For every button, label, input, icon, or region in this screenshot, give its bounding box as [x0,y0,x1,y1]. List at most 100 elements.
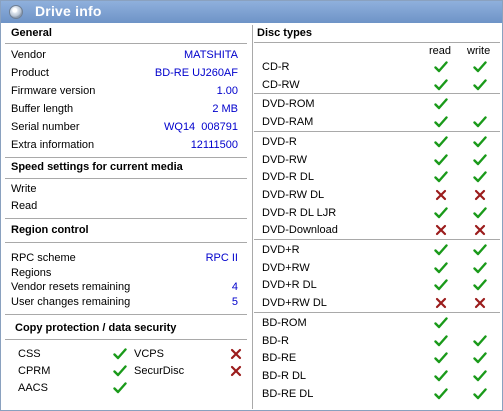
disc-dvd-rw-dl-label: DVD-RW DL [262,188,325,201]
cp-aacs-check-icon [113,381,127,395]
disc-dvd-rw-dl-write-cross-icon [473,188,487,202]
region-rpc-scheme-value: RPC II [205,252,238,264]
disc-bd-re-label: BD-RE [262,352,297,365]
disc-bd-re-dl-read-check-icon [434,387,448,401]
cp-aacs-label: AACS [18,382,48,394]
disc-dvd-download-label: DVD-Download [262,224,338,237]
disc-bd-r-dl-label: BD-R DL [262,369,307,382]
disc-bd-r-dl-write-check-icon [473,369,487,383]
disc-dvdplusr-write-check-icon [473,243,487,257]
disc-group-divider [254,239,500,240]
disc-dvdplusrw-dl-label: DVD+RW DL [262,297,327,310]
title-bar[interactable]: Drive info [1,1,502,23]
disc-dvd-r-read-check-icon [434,135,448,149]
general-buffer-length-label: Buffer length [11,103,74,115]
disc-cd-rw-label: CD-RW [262,78,300,91]
disc-dvd-download-read-cross-icon [434,223,448,237]
disc-cd-r-write-check-icon [473,60,487,74]
divider [5,314,247,315]
general-firmware-version-value: 1.00 [216,85,238,97]
copy-protection-heading: Copy protection / data security [15,322,177,334]
region-user-changes-remaining-value: 5 [231,295,238,308]
region-user-changes-remaining-label: User changes remaining [11,295,131,308]
disc-dvdplusr-dl-write-check-icon [473,278,487,292]
disc-dvd-r-dl-ljr-read-check-icon [434,206,448,220]
disc-dvdplusr-read-check-icon [434,243,448,257]
disc-dvd-r-dl-write-check-icon [473,170,487,184]
region-regions-label: Regions [11,266,52,279]
disc-bd-re-read-check-icon [434,351,448,365]
disc-bd-r-label: BD-R [262,334,289,347]
general-heading: General [11,27,52,39]
disc-group-divider [254,93,500,95]
disc-dvdplusr-dl-label: DVD+R DL [262,279,317,292]
disc-dvdplusr-label: DVD+R [262,244,300,256]
disc-bd-r-write-check-icon [473,334,487,348]
disc-bd-r-read-check-icon [434,334,448,348]
divider [5,157,247,158]
disc-dvdplusrw-read-check-icon [434,261,448,275]
region-vendor-resets-remaining-value: 4 [231,281,238,293]
speed-read-label: Read [11,200,38,212]
disc-bd-r-dl-read-check-icon [434,369,448,383]
disc-bd-rom-read-check-icon [434,316,448,330]
disc-dvd-r-dl-ljr-write-check-icon [473,206,487,220]
disc-types-heading: Disc types [257,27,313,39]
general-extra-information-value: 12111500 [190,139,238,151]
general-vendor-label: Vendor [11,49,46,61]
disc-bd-rom-label: BD-ROM [262,316,307,329]
drive-icon [9,5,23,19]
general-serial-number-value: WQ14 008791 [164,121,238,133]
cp-cprm-label: CPRM [18,365,51,377]
general-buffer-length-value: 2 MB [212,103,238,115]
general-firmware-version-label: Firmware version [11,85,96,97]
read-column-header: read [429,45,452,57]
divider [5,242,247,243]
disc-dvdplusr-dl-read-check-icon [434,278,448,292]
disc-dvdplusrw-dl-read-cross-icon [434,296,448,310]
disc-dvdplusrw-dl-write-cross-icon [473,296,487,310]
disc-dvd-r-dl-read-check-icon [434,170,448,184]
cp-securdisc-label: SecurDisc [134,365,185,377]
disc-dvd-r-dl-label: DVD-R DL [262,171,314,184]
disc-bd-re-write-check-icon [473,351,487,365]
disc-dvdplusrw-label: DVD+RW [262,261,310,274]
disc-dvd-ram-label: DVD-RAM [262,116,314,129]
divider [5,178,247,179]
region-vendor-resets-remaining-label: Vendor resets remaining [11,281,131,293]
divider [254,42,500,43]
divider [5,339,247,340]
cp-vcps-label: VCPS [134,348,164,360]
cp-css-check-icon [113,347,127,361]
cp-cprm-check-icon [113,364,127,378]
window-title: Drive info [35,3,102,19]
disc-dvd-r-dl-ljr-label: DVD-R DL LJR [262,206,337,219]
region-heading: Region control [11,224,89,236]
cp-css-label: CSS [18,348,41,360]
general-serial-number-label: Serial number [11,121,80,133]
disc-dvd-download-write-cross-icon [473,223,487,237]
disc-dvd-r-write-check-icon [473,135,487,149]
write-column-header: write [467,45,491,57]
disc-dvd-rw-label: DVD-RW [262,153,308,166]
disc-dvd-rom-read-check-icon [434,97,448,111]
disc-dvd-r-label: DVD-R [262,135,297,148]
disc-group-divider [254,130,500,132]
disc-dvd-ram-write-check-icon [473,115,487,129]
general-extra-information-label: Extra information [11,139,95,151]
disc-dvd-rw-dl-read-cross-icon [434,188,448,202]
disc-bd-re-dl-label: BD-RE DL [262,387,314,400]
disc-group-divider [254,311,500,313]
cp-vcps-cross-icon [229,347,243,361]
disc-dvdplusrw-write-check-icon [473,261,487,275]
disc-dvd-rw-read-check-icon [434,153,448,167]
disc-cd-rw-read-check-icon [434,78,448,92]
region-rpc-scheme-label: RPC scheme [11,252,76,264]
speed-write-label: Write [11,183,37,195]
drive-info-window: Drive info General Vendor MATSHITA Product… [0,0,503,411]
disc-cd-r-label: CD-R [262,61,290,73]
column-separator [252,25,253,409]
divider [5,218,247,219]
disc-cd-rw-write-check-icon [473,78,487,92]
disc-cd-r-read-check-icon [434,60,448,74]
